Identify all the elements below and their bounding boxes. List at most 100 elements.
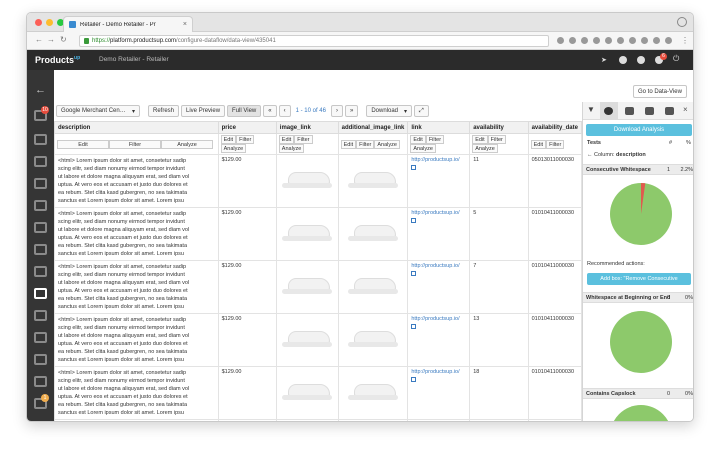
column-header[interactable]: price	[217, 121, 277, 134]
description-cell[interactable]: <html> Lorem ipsum dolor sit amet, conse…	[54, 419, 219, 421]
availability-date-cell[interactable]: 01010411000030	[527, 419, 582, 421]
product-image[interactable]	[346, 376, 400, 402]
external-link-icon[interactable]	[411, 377, 417, 382]
external-link-icon[interactable]	[411, 218, 417, 223]
analyze-column-button[interactable]: Analyze	[278, 144, 305, 153]
availability-cell[interactable]: 13	[469, 313, 529, 367]
url-field[interactable]: https://platform.productsup.com/configur…	[79, 35, 549, 47]
column-header[interactable]: image_link	[275, 121, 339, 134]
availability-date-cell[interactable]: 01010411000030	[527, 207, 582, 261]
extension-icon[interactable]	[641, 37, 648, 44]
description-cell[interactable]: <html> Lorem ipsum dolor sit amet, conse…	[54, 366, 219, 420]
availability-cell[interactable]: 24	[469, 419, 529, 421]
extension-icon[interactable]	[605, 37, 612, 44]
settings-icon[interactable]	[34, 156, 47, 167]
analyze-column-button[interactable]: Analyze	[161, 139, 213, 149]
close-panel-icon[interactable]: ×	[683, 105, 692, 114]
menu-icon[interactable]: ⋮	[681, 36, 689, 45]
edit-column-button[interactable]: Edit	[472, 135, 488, 144]
forward-icon[interactable]: →	[47, 35, 55, 44]
product-image[interactable]	[280, 323, 334, 349]
additional-image-link-cell[interactable]	[337, 154, 409, 208]
close-window-dot[interactable]	[35, 19, 42, 26]
column-header[interactable]: availability	[469, 121, 529, 134]
filter-column-button[interactable]: Filter	[236, 135, 255, 144]
analyze-column-button[interactable]: Analyze	[374, 139, 400, 149]
price-cell[interactable]: $129.00	[217, 366, 277, 420]
extension-icon[interactable]	[629, 37, 636, 44]
shuffle-icon[interactable]	[34, 266, 47, 277]
extension-icon[interactable]	[581, 37, 588, 44]
product-image[interactable]	[280, 164, 334, 190]
image-link-cell[interactable]	[275, 313, 339, 367]
download-analysis-button[interactable]: Download Analysis	[586, 124, 692, 136]
table-row[interactable]: <html> Lorem ipsum dolor sit amet, conse…	[54, 366, 582, 420]
filter-column-button[interactable]: Filter	[356, 139, 375, 149]
filter-column-button[interactable]: Filter	[546, 139, 565, 149]
column-header[interactable]: description	[54, 121, 219, 134]
test-row[interactable]: Consecutive Whitespace 1 2.2%	[583, 164, 693, 175]
product-image[interactable]	[346, 323, 400, 349]
edit-column-button[interactable]: Edit	[220, 135, 237, 144]
back-icon[interactable]: ←	[35, 35, 43, 44]
image-link-cell[interactable]	[275, 419, 339, 421]
availability-date-cell[interactable]: 05013011000030	[527, 154, 582, 208]
channel-select[interactable]: Google Merchant Cen… ▾	[56, 105, 140, 117]
next-page-button[interactable]: ›	[330, 105, 343, 117]
analyze-column-button[interactable]: Analyze	[472, 144, 498, 153]
edit-column-button[interactable]: Edit	[410, 135, 426, 144]
image-link-cell[interactable]	[275, 260, 339, 314]
availability-cell[interactable]: 18	[469, 366, 529, 420]
edit-column-button[interactable]: Edit	[340, 139, 357, 149]
add-box-button[interactable]: Add box: "Remove Consecutive Whitespace"	[587, 273, 691, 294]
back-arrow-icon[interactable]: ←	[35, 84, 46, 96]
description-cell[interactable]: <html> Lorem ipsum dolor sit amet, conse…	[54, 313, 219, 367]
frame-icon[interactable]	[665, 107, 674, 115]
product-image[interactable]	[280, 376, 334, 402]
minimize-window-dot[interactable]	[46, 19, 53, 26]
image-link-cell[interactable]	[275, 207, 339, 261]
table-row[interactable]: <html> Lorem ipsum dolor sit amet, conse…	[54, 260, 582, 314]
analyze-column-button[interactable]: Analyze	[410, 144, 436, 153]
full-view-button[interactable]: Full View	[227, 105, 262, 117]
price-cell[interactable]: $129.00	[217, 419, 277, 421]
product-image[interactable]	[280, 217, 334, 243]
product-link[interactable]: http://productsup.io/	[411, 210, 466, 216]
browser-tab[interactable]: Retailer - Demo Retailer - Pr ×	[63, 16, 193, 32]
download-button[interactable]: Download ▾	[366, 105, 413, 117]
filter-column-button[interactable]: Filter	[487, 135, 506, 144]
link-cell[interactable]: http://productsup.io/	[407, 419, 471, 421]
table-row[interactable]: <html> Lorem ipsum dolor sit amet, conse…	[54, 313, 582, 367]
extension-icon[interactable]	[665, 37, 672, 44]
price-cell[interactable]: $129.00	[217, 154, 277, 208]
import-cloud-icon[interactable]	[34, 178, 47, 189]
additional-image-link-cell[interactable]	[337, 207, 409, 261]
availability-date-cell[interactable]: 01010411000030	[527, 260, 582, 314]
external-link-icon[interactable]	[411, 165, 417, 170]
product-link[interactable]: http://productsup.io/	[411, 316, 466, 322]
table-row[interactable]: <html> Lorem ipsum dolor sit amet, conse…	[54, 154, 582, 208]
image-link-cell[interactable]	[275, 154, 339, 208]
image-link-cell[interactable]	[275, 366, 339, 420]
money-icon[interactable]	[34, 376, 47, 387]
product-link[interactable]: http://productsup.io/	[411, 369, 466, 375]
external-link-icon[interactable]	[411, 324, 417, 329]
filter-column-button[interactable]: Filter	[109, 139, 161, 149]
dashboard-icon[interactable]	[34, 134, 47, 145]
column-header[interactable]: link	[407, 121, 471, 134]
reload-icon[interactable]: ↻	[60, 35, 67, 44]
fullscreen-icon[interactable]: ⤢	[414, 105, 429, 117]
analyze-column-button[interactable]: Analyze	[220, 144, 247, 153]
filter-icon[interactable]: ▼	[587, 105, 596, 114]
productsup-logo[interactable]: Productsup	[35, 55, 80, 65]
availability-cell[interactable]: 11	[469, 154, 529, 208]
availability-cell[interactable]: 7	[469, 260, 529, 314]
description-cell[interactable]: <html> Lorem ipsum dolor sit amet, conse…	[54, 260, 219, 314]
profile-icon[interactable]	[677, 17, 687, 27]
user-icon[interactable]	[637, 56, 645, 64]
price-cell[interactable]: $129.00	[217, 207, 277, 261]
link-cell[interactable]: http://productsup.io/	[407, 207, 471, 261]
link-cell[interactable]: http://productsup.io/	[407, 366, 471, 420]
link-cell[interactable]: http://productsup.io/	[407, 260, 471, 314]
toggle-menu-icon[interactable]: ⏻	[673, 54, 681, 63]
